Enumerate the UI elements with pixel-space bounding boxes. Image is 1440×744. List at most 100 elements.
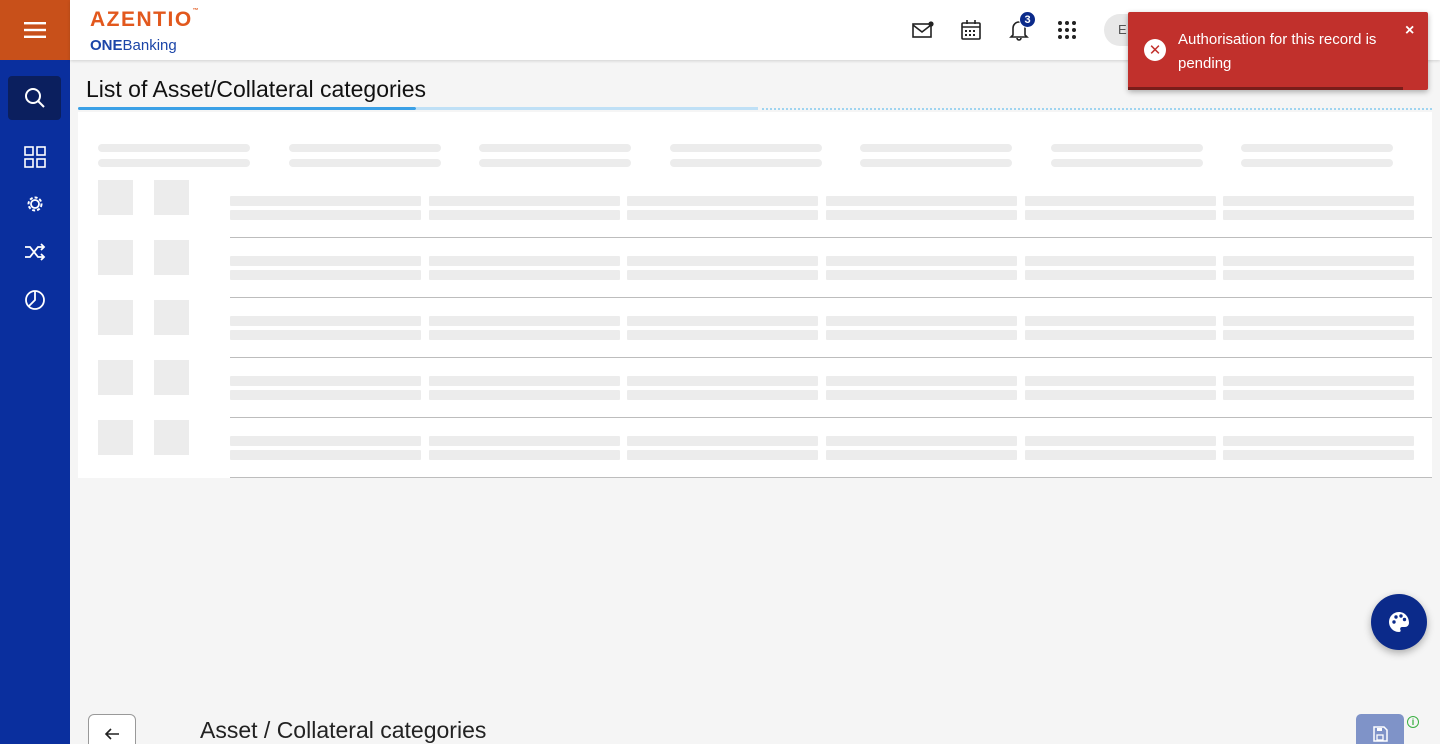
skeleton-cell [627, 196, 818, 206]
skeleton-header-cell [98, 159, 250, 167]
skeleton-cell [429, 270, 620, 280]
skeleton-cell [230, 390, 421, 400]
skeleton-action [154, 360, 189, 395]
skeleton-cell [1223, 196, 1414, 206]
skeleton-action [154, 300, 189, 335]
skeleton-checkbox [98, 360, 133, 395]
skeleton-cell [627, 330, 818, 340]
page-title: List of Asset/Collateral categories [86, 76, 427, 102]
skeleton-cell [627, 390, 818, 400]
save-button[interactable] [1356, 714, 1404, 744]
skeleton-cell [826, 210, 1017, 220]
skeleton-cell [1223, 256, 1414, 266]
shuffle-icon [24, 243, 45, 261]
skeleton-row-divider [230, 357, 1432, 358]
sidebar-item-dashboard[interactable] [8, 135, 61, 179]
skeleton-header-cell [1241, 159, 1393, 167]
skeleton-cell [1025, 330, 1216, 340]
skeleton-cell [1223, 210, 1414, 220]
notification-badge: 3 [1019, 11, 1036, 28]
skeleton-row-divider [230, 417, 1432, 418]
toast-message: Authorisation for this record is pending [1178, 31, 1377, 72]
title-divider [762, 108, 1432, 110]
form-title: Asset / Collateral categories [200, 717, 487, 743]
sidebar-item-search[interactable] [8, 76, 61, 120]
skeleton-cell [1025, 376, 1216, 386]
skeleton-header-cell [860, 144, 1012, 152]
skeleton-cell [627, 436, 818, 446]
apps-grid-icon [1058, 21, 1076, 39]
arrow-left-icon [104, 728, 119, 740]
skeleton-header-cell [860, 159, 1012, 167]
skeleton-cell [230, 436, 421, 446]
sidebar-item-reports[interactable] [8, 278, 61, 322]
skeleton-checkbox [98, 240, 133, 275]
skeleton-cell [429, 450, 620, 460]
gear-icon [27, 196, 42, 212]
skeleton-header-cell [1241, 144, 1393, 152]
skeleton-cell [627, 256, 818, 266]
skeleton-cell [429, 210, 620, 220]
skeleton-cell [429, 196, 620, 206]
skeleton-cell [826, 256, 1017, 266]
sidebar-item-transfers[interactable] [8, 230, 61, 274]
title-underline [78, 107, 416, 110]
skeleton-checkbox [98, 180, 133, 215]
calendar-button[interactable] [959, 18, 983, 42]
skeleton-cell [230, 376, 421, 386]
skeleton-cell [1223, 436, 1414, 446]
back-button[interactable] [88, 714, 136, 744]
skeleton-checkbox [98, 300, 133, 335]
skeleton-cell [627, 270, 818, 280]
title-underline-track [416, 107, 758, 110]
skeleton-cell [429, 376, 620, 386]
skeleton-cell [826, 376, 1017, 386]
skeleton-cell [429, 316, 620, 326]
skeleton-header-cell [289, 144, 441, 152]
skeleton-header-cell [289, 159, 441, 167]
apps-button[interactable] [1055, 18, 1079, 42]
skeleton-cell [230, 196, 421, 206]
skeleton-cell [826, 450, 1017, 460]
pie-chart-icon [24, 290, 45, 310]
skeleton-cell [1223, 390, 1414, 400]
skeleton-row-divider [230, 297, 1432, 298]
skeleton-cell [1025, 316, 1216, 326]
skeleton-cell [627, 376, 818, 386]
palette-icon [1389, 612, 1409, 632]
skeleton-cell [826, 390, 1017, 400]
skeleton-cell [429, 436, 620, 446]
skeleton-cell [1223, 376, 1414, 386]
skeleton-header-cell [98, 144, 250, 152]
error-icon: ✕ [1144, 39, 1166, 61]
skeleton-action [154, 420, 189, 455]
skeleton-cell [1025, 256, 1216, 266]
skeleton-cell [230, 450, 421, 460]
theme-palette-button[interactable] [1371, 594, 1427, 650]
toast-progress-bar [1128, 87, 1403, 90]
skeleton-cell [826, 196, 1017, 206]
skeleton-action [154, 240, 189, 275]
skeleton-cell [1025, 436, 1216, 446]
save-icon [1373, 726, 1388, 742]
toast-close-button[interactable]: × [1405, 22, 1414, 40]
sidebar [0, 60, 70, 744]
calendar-icon [961, 20, 981, 40]
skeleton-cell [627, 210, 818, 220]
skeleton-cell [1025, 390, 1216, 400]
messages-button[interactable] [911, 18, 935, 42]
info-icon[interactable]: i [1407, 716, 1419, 728]
skeleton-cell [1223, 270, 1414, 280]
mail-icon [912, 21, 934, 38]
menu-toggle-button[interactable] [0, 0, 70, 60]
skeleton-cell [230, 210, 421, 220]
skeleton-row-divider [230, 237, 1432, 238]
skeleton-cell [1223, 330, 1414, 340]
skeleton-header-cell [670, 144, 822, 152]
skeleton-header-cell [479, 159, 631, 167]
sidebar-item-settings[interactable] [8, 182, 61, 226]
skeleton-cell [230, 256, 421, 266]
skeleton-cell [230, 316, 421, 326]
hamburger-icon [24, 22, 46, 38]
skeleton-cell [826, 270, 1017, 280]
